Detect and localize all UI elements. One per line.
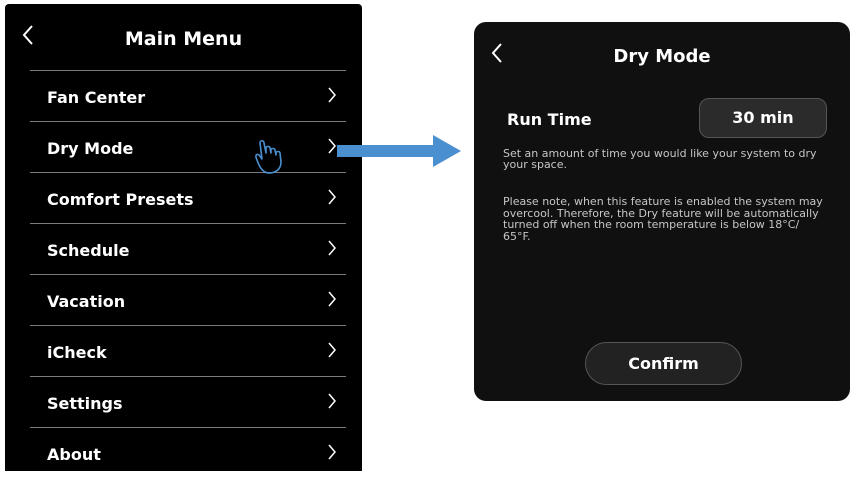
- menu-item-label: Settings: [47, 394, 123, 413]
- menu-item-label: Fan Center: [47, 88, 146, 107]
- menu-item-label: Vacation: [47, 292, 126, 311]
- note-text: Please note, when this feature is enable…: [503, 195, 823, 243]
- chevron-right-icon: [328, 189, 336, 205]
- menu-item-dry-mode[interactable]: Dry Mode: [30, 121, 346, 172]
- confirm-button[interactable]: Confirm: [585, 342, 742, 385]
- chevron-right-icon: [328, 240, 336, 256]
- menu-item-about[interactable]: About: [30, 427, 346, 478]
- menu-item-label: Dry Mode: [47, 139, 134, 158]
- menu-item-vacation[interactable]: Vacation: [30, 274, 346, 325]
- page-title: Main Menu: [124, 28, 243, 50]
- menu-item-label: Comfort Presets: [47, 190, 194, 209]
- menu-item-settings[interactable]: Settings: [30, 376, 346, 427]
- main-menu-screen: Main Menu Fan Center Dry Mode Comfort Pr…: [5, 4, 362, 471]
- arrow-right-icon: [337, 135, 461, 167]
- dry-mode-screen: Dry Mode Run Time 30 min Set an amount o…: [474, 22, 850, 401]
- menu-item-icheck[interactable]: iCheck: [30, 325, 346, 376]
- description-text: Set an amount of time you would like you…: [503, 147, 817, 171]
- run-time-label: Run Time: [507, 110, 592, 129]
- chevron-right-icon: [328, 87, 336, 103]
- chevron-right-icon: [328, 291, 336, 307]
- menu-item-label: Schedule: [47, 241, 130, 260]
- menu-item-label: iCheck: [47, 343, 107, 362]
- menu-list: Fan Center Dry Mode Comfort Presets Sche…: [30, 70, 346, 478]
- menu-item-label: About: [47, 445, 101, 464]
- menu-item-schedule[interactable]: Schedule: [30, 223, 346, 274]
- page-title: Dry Mode: [613, 46, 711, 67]
- chevron-right-icon: [328, 138, 336, 154]
- run-time-selector[interactable]: 30 min: [699, 98, 827, 138]
- chevron-right-icon: [328, 444, 336, 460]
- chevron-right-icon: [328, 393, 336, 409]
- hand-pointer-icon: [255, 139, 282, 174]
- menu-item-comfort-presets[interactable]: Comfort Presets: [30, 172, 346, 223]
- menu-item-fan-center[interactable]: Fan Center: [30, 70, 346, 121]
- chevron-right-icon: [328, 342, 336, 358]
